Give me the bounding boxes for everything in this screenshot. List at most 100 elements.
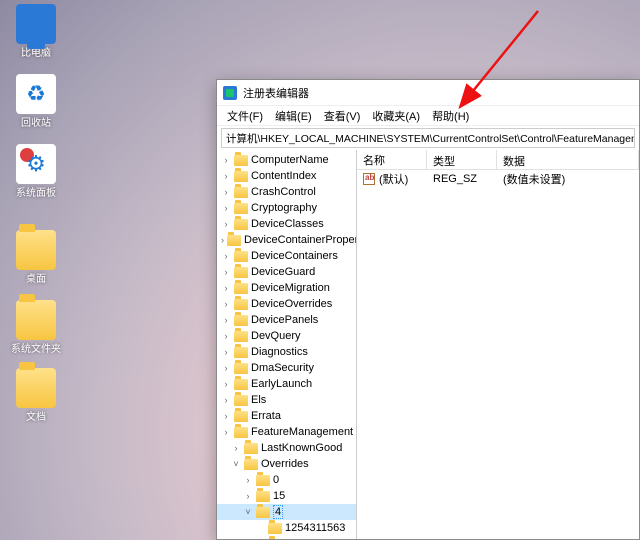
- menu-file[interactable]: 文件(F): [221, 108, 269, 124]
- chevron-down-icon[interactable]: ˅: [231, 459, 241, 469]
- tree-node[interactable]: ›DeviceContainers: [217, 248, 356, 264]
- chevron-right-icon[interactable]: ›: [221, 395, 231, 405]
- chevron-right-icon[interactable]: ›: [221, 299, 231, 309]
- tree-node-label: 1254311563: [285, 522, 345, 534]
- tree-node[interactable]: ›Cryptography: [217, 200, 356, 216]
- tree-node[interactable]: 215754378: [217, 536, 356, 539]
- tree-node[interactable]: ˅Overrides: [217, 456, 356, 472]
- tree-node-label: EarlyLaunch: [251, 378, 312, 390]
- chevron-right-icon[interactable]: ›: [221, 427, 231, 437]
- folder-icon: [234, 283, 248, 294]
- desktop-icon-folder[interactable]: 桌面: [6, 230, 66, 286]
- chevron-right-icon[interactable]: ›: [221, 347, 231, 357]
- system-icon: [16, 144, 56, 184]
- chevron-down-icon[interactable]: ˅: [243, 507, 253, 517]
- tree-node[interactable]: › DeviceOverrides: [217, 296, 356, 312]
- desktop-icon-label: 桌面: [6, 274, 66, 286]
- chevron-right-icon[interactable]: ›: [221, 171, 231, 181]
- regedit-icon: [223, 86, 237, 100]
- col-name[interactable]: 名称: [357, 150, 427, 169]
- col-type[interactable]: 类型: [427, 150, 497, 169]
- folder-icon: [268, 539, 282, 540]
- folder-icon: [16, 230, 56, 270]
- tree-node[interactable]: › EarlyLaunch: [217, 376, 356, 392]
- menu-bar: 文件(F) 编辑(E) 查看(V) 收藏夹(A) 帮助(H): [217, 106, 639, 126]
- tree-node[interactable]: ›CrashControl: [217, 184, 356, 200]
- chevron-right-icon[interactable]: ›: [221, 411, 231, 421]
- chevron-right-icon[interactable]: ›: [221, 267, 231, 277]
- value-list: 名称 类型 数据 (默认)REG_SZ(数值未设置): [357, 150, 639, 539]
- chevron-right-icon[interactable]: ›: [221, 251, 231, 261]
- tree-node-label: DeviceOverrides: [251, 298, 332, 310]
- tree-node[interactable]: › ContentIndex: [217, 168, 356, 184]
- tree-node[interactable]: ˅4: [217, 504, 356, 520]
- folder-icon: [268, 523, 282, 534]
- desktop-icon-sys[interactable]: 系统面板: [6, 144, 66, 200]
- address-path: 计算机\HKEY_LOCAL_MACHINE\SYSTEM\CurrentCon…: [226, 131, 635, 146]
- tree-node[interactable]: › DevicePanels: [217, 312, 356, 328]
- tree-node[interactable]: ›DmaSecurity: [217, 360, 356, 376]
- menu-view[interactable]: 查看(V): [318, 108, 367, 124]
- tree-node[interactable]: ›0: [217, 472, 356, 488]
- chevron-right-icon[interactable]: ›: [221, 235, 224, 245]
- chevron-right-icon[interactable]: ›: [221, 363, 231, 373]
- tree-node[interactable]: ›ComputerName: [217, 152, 356, 168]
- chevron-right-icon[interactable]: ›: [221, 219, 231, 229]
- chevron-right-icon[interactable]: ›: [221, 331, 231, 341]
- tree-node-label: Errata: [251, 410, 281, 422]
- tree-node[interactable]: › Errata: [217, 408, 356, 424]
- desktop-icon-folder[interactable]: 系统文件夹: [6, 300, 66, 356]
- menu-help[interactable]: 帮助(H): [426, 108, 475, 124]
- value-name: (默认): [379, 171, 408, 187]
- chevron-right-icon[interactable]: ›: [221, 283, 231, 293]
- folder-icon: [234, 379, 248, 390]
- tree-node-label: Diagnostics: [251, 346, 308, 358]
- desktop-icon-pc[interactable]: 比电脑: [6, 4, 66, 60]
- chevron-right-icon[interactable]: ›: [221, 187, 231, 197]
- tree-node-label: DevicePanels: [251, 314, 318, 326]
- tree-node[interactable]: › DeviceClasses: [217, 216, 356, 232]
- folder-icon: [234, 395, 248, 406]
- chevron-right-icon[interactable]: ›: [243, 491, 253, 501]
- tree-node[interactable]: › Diagnostics: [217, 344, 356, 360]
- tree-node-label: ContentIndex: [251, 170, 316, 182]
- tree-node-label: FeatureManagement: [251, 426, 353, 438]
- list-header: 名称 类型 数据: [357, 150, 639, 170]
- menu-fav[interactable]: 收藏夹(A): [366, 108, 426, 124]
- tree-node[interactable]: ›Els: [217, 392, 356, 408]
- folder-icon: [244, 443, 258, 454]
- tree-node-label: DeviceContainerPropertyUpda: [244, 234, 357, 246]
- folder-icon: [227, 235, 241, 246]
- title-bar[interactable]: 注册表编辑器: [217, 80, 639, 106]
- tree-node-label: 15: [273, 490, 285, 502]
- chevron-right-icon[interactable]: ›: [231, 443, 241, 453]
- value-row[interactable]: (默认)REG_SZ(数值未设置): [357, 170, 639, 188]
- tree-node-label: DevQuery: [251, 330, 301, 342]
- desktop-icon-bin[interactable]: 回收站: [6, 74, 66, 130]
- desktop-icon-folder[interactable]: 文档: [6, 368, 66, 424]
- tree-node[interactable]: ›DeviceMigration: [217, 280, 356, 296]
- folder-icon: [256, 507, 270, 518]
- tree-node-label: DeviceClasses: [251, 218, 324, 230]
- key-tree[interactable]: ›ComputerName›ContentIndex›CrashControl›…: [217, 150, 357, 539]
- menu-edit[interactable]: 编辑(E): [269, 108, 318, 124]
- value-data: (数值未设置): [497, 171, 639, 187]
- tree-node[interactable]: › DeviceContainerPropertyUpda: [217, 232, 356, 248]
- chevron-right-icon[interactable]: ›: [243, 475, 253, 485]
- col-data[interactable]: 数据: [497, 150, 639, 169]
- tree-node[interactable]: › FeatureManagement: [217, 424, 356, 440]
- tree-node[interactable]: ›LastKnownGood: [217, 440, 356, 456]
- chevron-right-icon[interactable]: ›: [221, 379, 231, 389]
- address-bar[interactable]: 计算机\HKEY_LOCAL_MACHINE\SYSTEM\CurrentCon…: [221, 128, 635, 148]
- folder-icon: [16, 300, 56, 340]
- tree-node[interactable]: › DevQuery: [217, 328, 356, 344]
- tree-node[interactable]: 1254311563: [217, 520, 356, 536]
- tree-node-label: 4: [273, 505, 283, 519]
- tree-node[interactable]: › 15: [217, 488, 356, 504]
- chevron-right-icon[interactable]: ›: [221, 155, 231, 165]
- chevron-right-icon[interactable]: ›: [221, 315, 231, 325]
- window-title: 注册表编辑器: [243, 85, 309, 101]
- tree-node[interactable]: ›DeviceGuard: [217, 264, 356, 280]
- folder-icon: [234, 411, 248, 422]
- chevron-right-icon[interactable]: ›: [221, 203, 231, 213]
